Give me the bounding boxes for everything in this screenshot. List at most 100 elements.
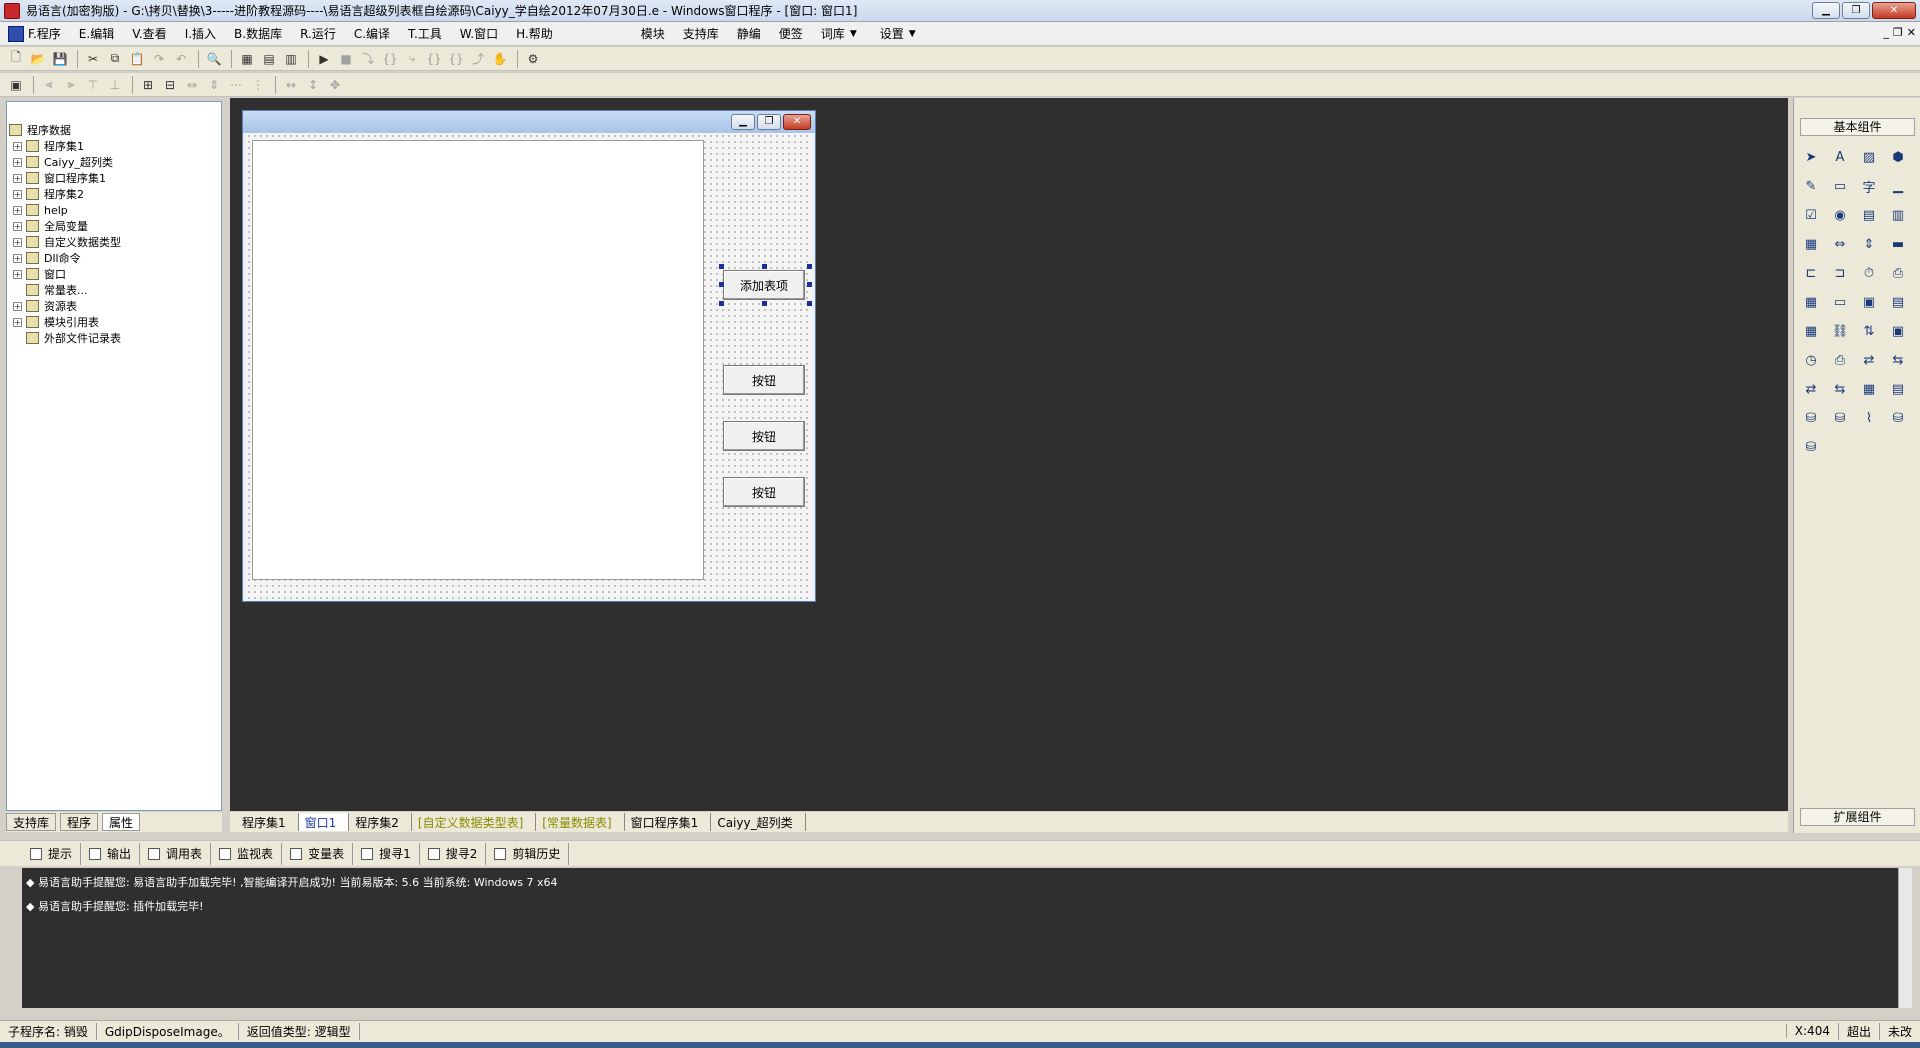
network-1-icon[interactable]: ⇄ <box>1858 349 1880 371</box>
tree-item[interactable]: + Caiyy_超列类 <box>13 154 113 170</box>
line-icon[interactable]: ▁ <box>1887 175 1909 197</box>
menu-insert[interactable]: I.插入 <box>185 25 216 42</box>
group-box-icon[interactable]: ▭ <box>1829 175 1851 197</box>
undo-icon[interactable]: ↶ <box>171 50 191 68</box>
button-1[interactable]: 按钮 <box>723 365 805 395</box>
dictionary-dropdown-icon[interactable]: ▼ <box>850 29 857 39</box>
menu-support-lib[interactable]: 支持库 <box>683 25 719 42</box>
size-h-icon[interactable]: ↔ <box>281 76 301 94</box>
maximize-button[interactable]: ❐ <box>1842 2 1870 19</box>
mdi-restore-icon[interactable]: ❐ <box>1893 26 1903 39</box>
tree-item[interactable]: + 资源表 <box>13 298 77 314</box>
align-top-icon[interactable]: ⊤ <box>83 76 103 94</box>
menu-compile[interactable]: C.编译 <box>354 25 390 42</box>
menu-settings[interactable]: 设置 <box>880 25 904 42</box>
print-icon[interactable]: ⎙ <box>1829 349 1851 371</box>
calendar-icon[interactable]: ▦ <box>1800 291 1822 313</box>
tree-item[interactable]: 常量表... <box>26 282 88 298</box>
hand-icon[interactable]: ✋ <box>490 50 510 68</box>
mdi-minimize-icon[interactable]: _ <box>1883 26 1889 39</box>
cut-icon[interactable]: ✂ <box>83 50 103 68</box>
shape-icon[interactable]: ⬢ <box>1887 146 1909 168</box>
center-v-icon[interactable]: ⊟ <box>160 76 180 94</box>
align-right-icon[interactable]: ⫸ <box>61 76 81 94</box>
tree-item[interactable]: + 自定义数据类型 <box>13 234 121 250</box>
progress-icon[interactable]: ▬ <box>1887 233 1909 255</box>
menu-notes[interactable]: 便签 <box>779 25 803 42</box>
checkbox-icon[interactable]: ☑ <box>1800 204 1822 226</box>
program-tree[interactable]: 程序数据 + 程序集1 + Caiyy_超列类 + 窗口程序集1 + 程序集2 … <box>6 101 222 811</box>
expand-icon[interactable]: + <box>13 205 22 215</box>
drive-icon[interactable]: ▭ <box>1829 291 1851 313</box>
select-list-icon[interactable]: ▦ <box>1800 233 1822 255</box>
stop-icon[interactable]: ■ <box>336 50 356 68</box>
color-picker-icon[interactable]: ▦ <box>1800 320 1822 342</box>
tree-item[interactable]: + 模块引用表 <box>13 314 99 330</box>
expand-icon[interactable]: + <box>13 141 22 151</box>
tree-item[interactable]: + 窗口程序集1 <box>13 170 106 186</box>
tab-variables[interactable]: 变量表 <box>282 842 354 865</box>
extended-components-footer[interactable]: 扩展组件 <box>1800 808 1915 826</box>
run-icon[interactable]: ▶ <box>314 50 334 68</box>
list-box-icon[interactable]: ▥ <box>1887 204 1909 226</box>
picture-icon[interactable]: ▨ <box>1858 146 1880 168</box>
output-panel[interactable]: ◆ 易语言助手提醒您: 易语言助手加载完毕! ,智能编译开启成功! 当前易版本:… <box>22 868 1898 1008</box>
file-box-icon[interactable]: ▤ <box>1887 291 1909 313</box>
settings-dropdown-icon[interactable]: ▼ <box>909 29 916 39</box>
db-table-icon[interactable]: ▤ <box>1887 378 1909 400</box>
center-h-icon[interactable]: ⊞ <box>138 76 158 94</box>
tab-search-2[interactable]: 搜寻2 <box>420 842 487 865</box>
same-width-icon[interactable]: ⇔ <box>182 76 202 94</box>
step-6-icon[interactable]: ⤴ <box>468 50 488 68</box>
common-dialog-icon[interactable]: ▣ <box>1887 320 1909 342</box>
timer-icon[interactable]: ⏱ <box>1858 262 1880 284</box>
step-2-icon[interactable]: {} <box>380 50 400 68</box>
vscroll-icon[interactable]: ⇕ <box>1858 233 1880 255</box>
space-h-icon[interactable]: ⋯ <box>226 76 246 94</box>
tree-item[interactable]: + 全局变量 <box>13 218 88 234</box>
find-icon[interactable]: 🔍 <box>204 50 224 68</box>
tree-item[interactable]: + 窗口 <box>13 266 66 282</box>
space-v-icon[interactable]: ⋮ <box>248 76 268 94</box>
odbc-icon[interactable]: ⛁ <box>1887 407 1909 429</box>
expand-icon[interactable]: + <box>13 317 22 327</box>
assistant-icon[interactable]: ⚙ <box>523 50 543 68</box>
tab-clip-history[interactable]: 剪辑历史 <box>486 842 570 865</box>
menu-database[interactable]: B.数据库 <box>234 25 282 42</box>
new-file-icon[interactable]: 🗋 <box>6 50 26 68</box>
tab-hints[interactable]: 提示 <box>22 842 82 865</box>
menu-view[interactable]: V.查看 <box>132 25 166 42</box>
form-title-bar[interactable]: ▁ ❐ ✕ <box>243 111 815 133</box>
step-5-icon[interactable]: {} <box>446 50 466 68</box>
label-icon[interactable]: A <box>1829 146 1851 168</box>
tab-window-1[interactable]: 窗口1 <box>298 813 350 831</box>
step-4-icon[interactable]: {} <box>424 50 444 68</box>
tree-item[interactable]: + 程序集2 <box>13 186 84 202</box>
component-box-icon[interactable]: ▣ <box>6 76 26 94</box>
menu-run[interactable]: R.运行 <box>300 25 336 42</box>
network-4-icon[interactable]: ⇆ <box>1829 378 1851 400</box>
same-height-icon[interactable]: ⇕ <box>204 76 224 94</box>
tree-item[interactable]: 外部文件记录表 <box>26 330 121 346</box>
expand-icon[interactable]: + <box>13 221 22 231</box>
tree-item[interactable]: + Dll命令 <box>13 250 81 266</box>
tab-call-stack[interactable]: 调用表 <box>140 842 212 865</box>
slider-icon[interactable]: ⊏ <box>1800 262 1822 284</box>
align-left-icon[interactable]: ⫷ <box>39 76 59 94</box>
paste-icon[interactable]: 📋 <box>127 50 147 68</box>
layout-3-icon[interactable]: ▥ <box>281 50 301 68</box>
expand-icon[interactable]: + <box>13 189 22 199</box>
font-icon[interactable]: 字 <box>1858 175 1880 197</box>
radio-icon[interactable]: ◉ <box>1829 204 1851 226</box>
layout-1-icon[interactable]: ▦ <box>237 50 257 68</box>
table-icon[interactable]: ▦ <box>1858 378 1880 400</box>
tree-item[interactable]: + help <box>13 202 68 218</box>
tab-properties[interactable]: 属性 <box>102 813 141 831</box>
hyperlink-icon[interactable]: ⛓ <box>1829 320 1851 342</box>
form-maximize-button[interactable]: ❐ <box>757 114 781 130</box>
size-v-icon[interactable]: ↕ <box>303 76 323 94</box>
tab-custom-types[interactable]: [自定义数据类型表] <box>412 813 537 831</box>
edit-box-icon[interactable]: ✎ <box>1800 175 1822 197</box>
odbc-2-icon[interactable]: ⛁ <box>1800 436 1822 458</box>
tab-support-lib[interactable]: 支持库 <box>6 813 57 831</box>
